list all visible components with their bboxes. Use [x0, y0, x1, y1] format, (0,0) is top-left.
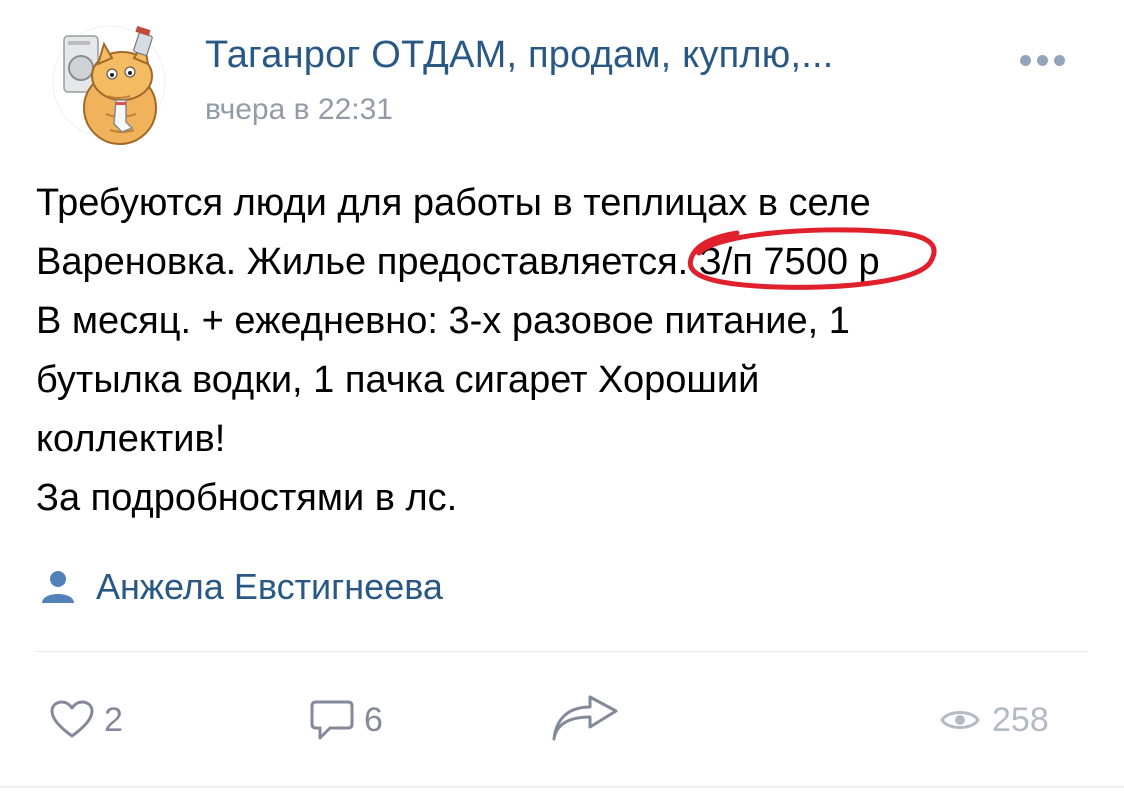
heart-icon [50, 700, 94, 738]
like-button[interactable]: 2 [50, 690, 123, 750]
likes-count: 2 [104, 700, 123, 739]
post-text-line: В месяц. + ежедневно: 3-х разовое питани… [36, 300, 850, 342]
share-arrow-icon [552, 695, 618, 741]
separator [0, 786, 1124, 788]
post-text-segment: Вареновка. Жилье предоставляется. [36, 241, 689, 283]
post-actions: 2 6 258 [0, 690, 1124, 750]
group-avatar[interactable] [50, 14, 168, 150]
wall-post: Таганрог ОТДАМ, продам, куплю,... вчера … [0, 0, 1124, 794]
post-text-line: Требуются люди для работы в теплицах в с… [36, 182, 871, 224]
post-text-line: коллектив! [36, 418, 226, 460]
comment-icon [310, 700, 354, 740]
post-text-line: бутылка водки, 1 пачка сигарет Хороший [36, 359, 760, 401]
views-counter: 258 [940, 690, 1049, 750]
comment-button[interactable]: 6 [310, 690, 383, 750]
eye-icon [940, 711, 980, 729]
salary-text: З/п 7500 р [698, 241, 880, 283]
user-icon [42, 571, 74, 603]
share-button[interactable] [550, 690, 620, 750]
more-dots-icon[interactable] [1020, 52, 1072, 68]
post-author[interactable]: Анжела Евстигнеева [38, 565, 443, 609]
post-text: Требуются люди для работы в теплицах в с… [36, 174, 1096, 528]
salary-highlight: З/п 7500 р [687, 227, 937, 292]
comments-count: 6 [364, 700, 383, 739]
post-text-line: За подробностями в лс. [36, 477, 458, 519]
group-name-link[interactable]: Таганрог ОТДАМ, продам, куплю,... [205, 34, 834, 77]
views-count: 258 [992, 700, 1049, 739]
post-text-line: Вареновка. Жилье предоставляется. З/п 75… [36, 227, 1096, 292]
author-name: Анжела Евстигнеева [96, 566, 443, 607]
post-timestamp[interactable]: вчера в 22:31 [205, 93, 393, 127]
divider [36, 651, 1088, 652]
